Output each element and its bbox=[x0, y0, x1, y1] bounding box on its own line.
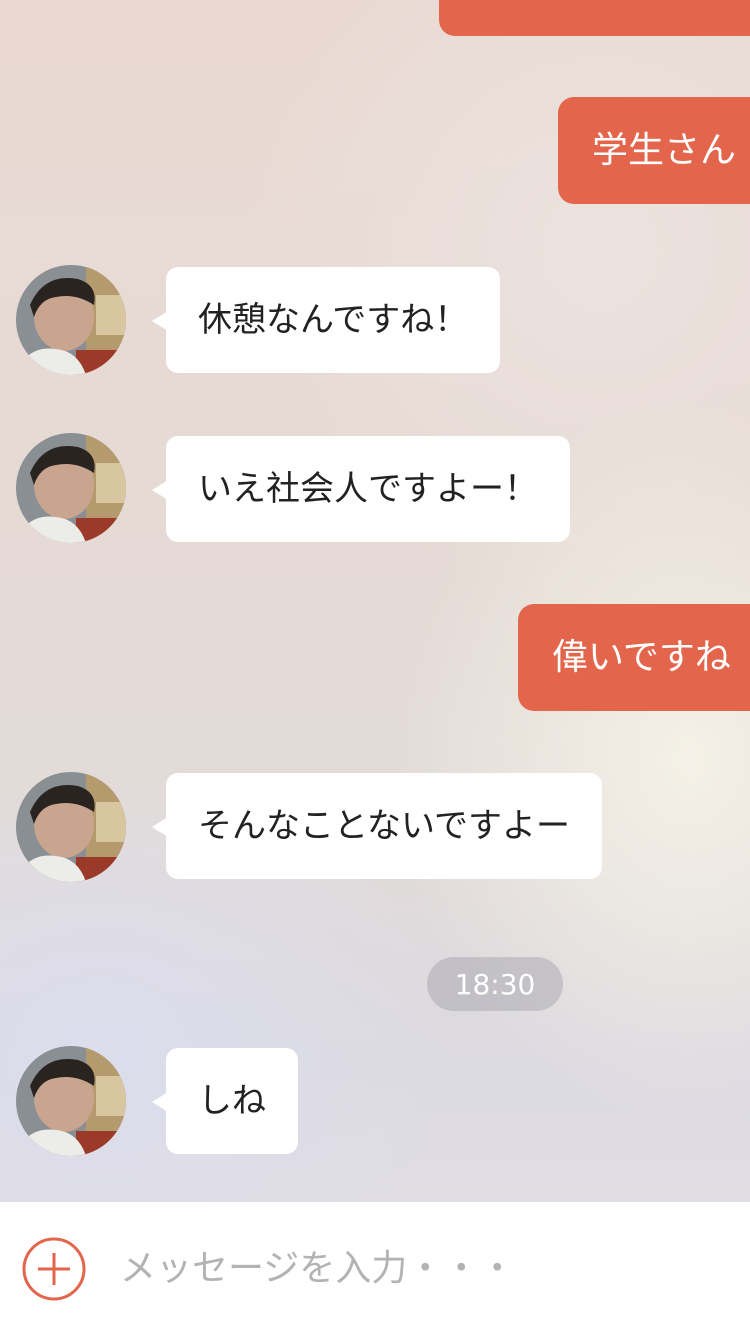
outgoing-message[interactable]: 偉いですね bbox=[518, 604, 750, 711]
contact-avatar[interactable] bbox=[16, 1046, 126, 1156]
timestamp-text: 18:30 bbox=[454, 967, 536, 1001]
contact-avatar[interactable] bbox=[16, 265, 126, 375]
avatar-photo bbox=[16, 1046, 126, 1156]
plus-circle-icon bbox=[22, 1237, 86, 1301]
add-attachment-button[interactable] bbox=[22, 1237, 86, 1301]
incoming-message[interactable]: いえ社会人ですよー！ bbox=[152, 436, 570, 542]
message-text: そんなことないですよー bbox=[198, 806, 570, 846]
message-text: しね bbox=[198, 1081, 266, 1121]
contact-avatar[interactable] bbox=[16, 433, 126, 543]
message-composer bbox=[0, 1202, 750, 1334]
outgoing-message[interactable] bbox=[439, 0, 750, 36]
outgoing-message[interactable]: 学生さん bbox=[558, 97, 750, 204]
chat-thread[interactable]: 学生さん 休憩なんですね！ いえ社会人ですよー！ 偉いですね そんなことないです… bbox=[0, 0, 750, 1202]
incoming-message[interactable]: 休憩なんですね！ bbox=[151, 267, 501, 373]
contact-avatar[interactable] bbox=[16, 772, 126, 882]
message-text: 休憩なんですね！ bbox=[198, 300, 469, 340]
avatar-photo bbox=[16, 433, 126, 543]
message-text: いえ社会人ですよー！ bbox=[198, 469, 538, 509]
incoming-message[interactable]: しね bbox=[152, 1048, 298, 1154]
message-text: 偉いですね bbox=[552, 636, 731, 678]
message-input[interactable] bbox=[120, 1240, 720, 1296]
message-text: 学生さん bbox=[592, 129, 737, 171]
avatar-photo bbox=[16, 265, 126, 375]
incoming-message[interactable]: そんなことないですよー bbox=[152, 773, 602, 879]
avatar-photo bbox=[16, 772, 126, 882]
timestamp-badge: 18:30 bbox=[427, 957, 563, 1011]
